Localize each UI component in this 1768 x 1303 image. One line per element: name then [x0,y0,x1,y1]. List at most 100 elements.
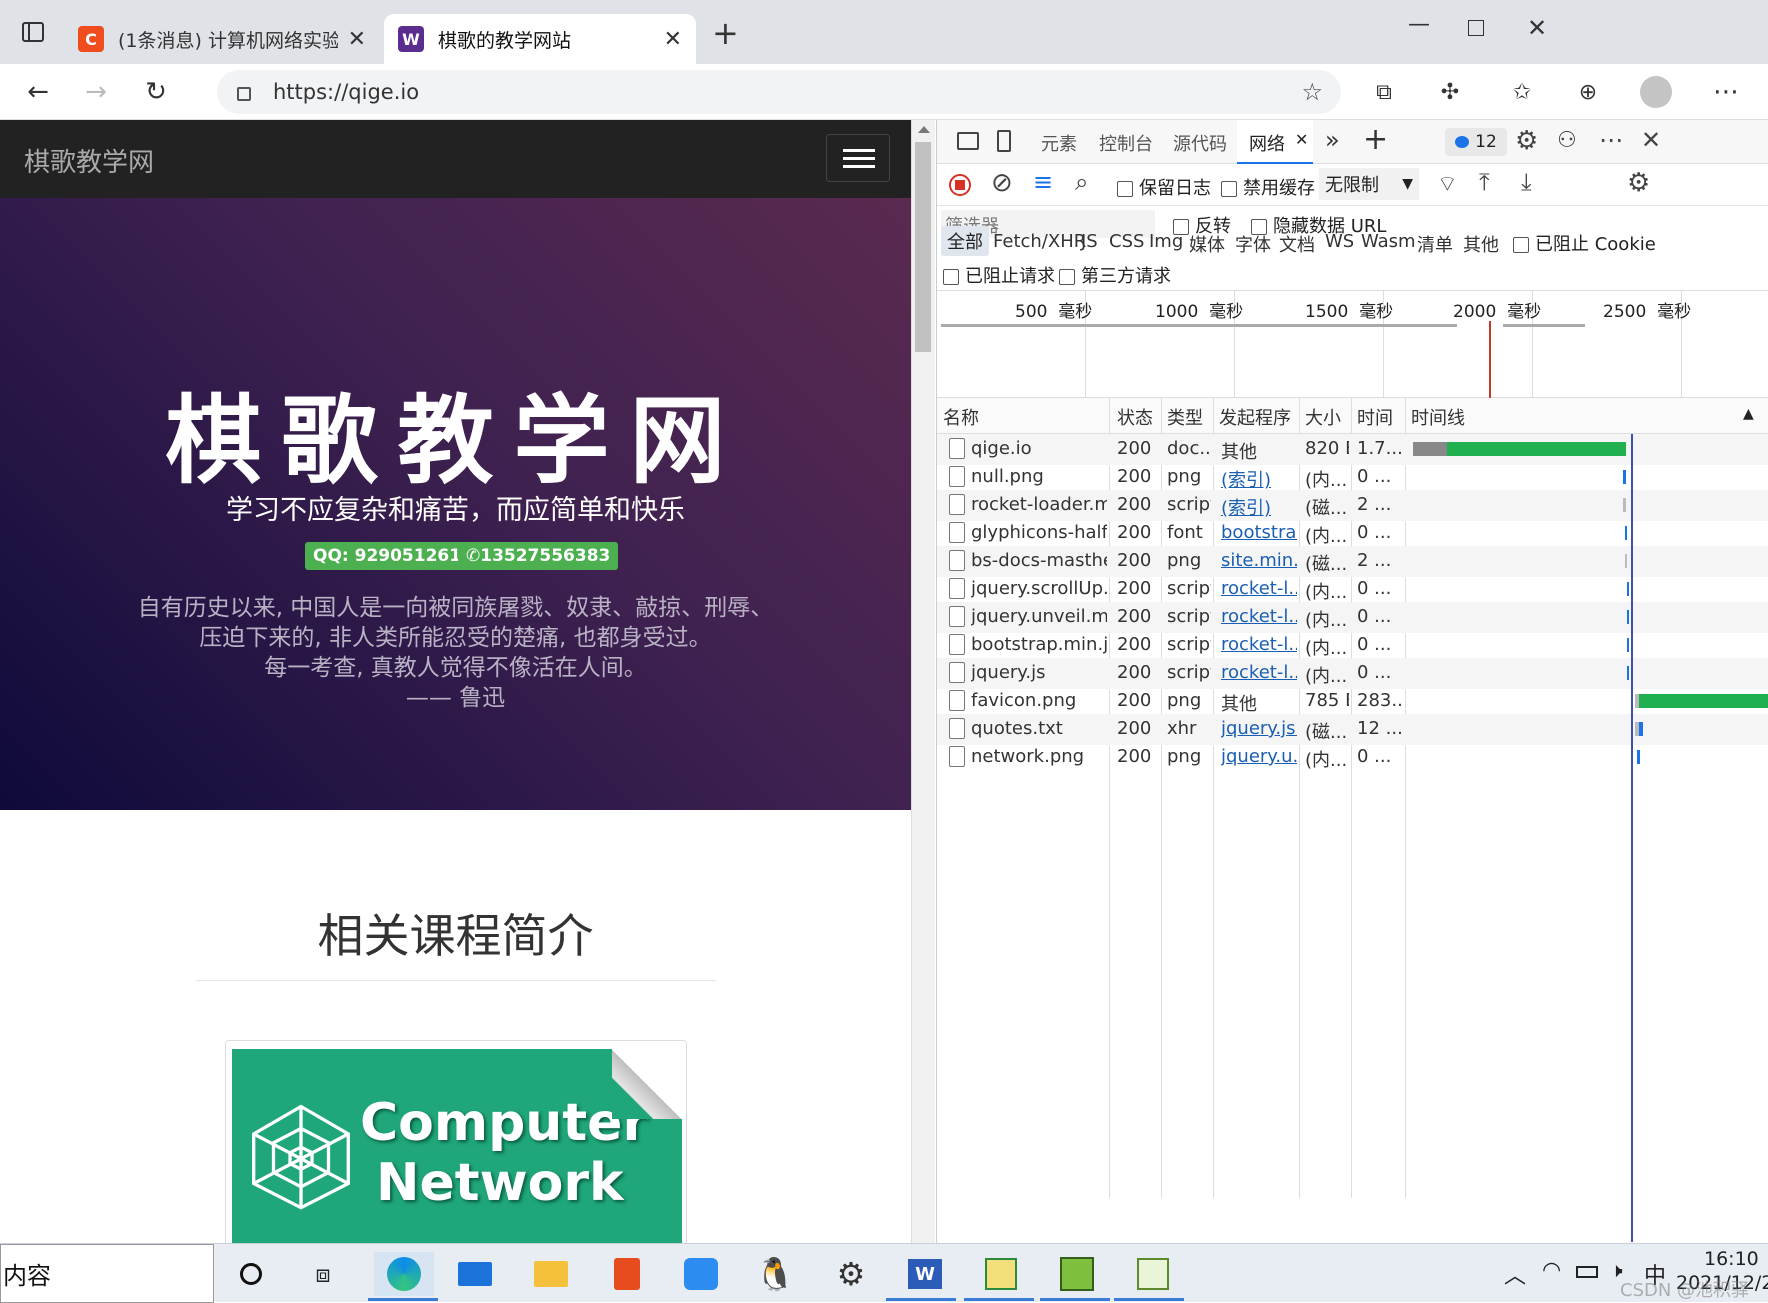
checkbox[interactable] [1059,269,1075,285]
cortana-icon[interactable] [228,1252,274,1296]
collections-icon[interactable]: ⊕ [1568,72,1608,112]
request-row[interactable]: null.png 200 png (索引) (内... 0 ... [937,462,1768,493]
checkbox[interactable] [1513,237,1529,253]
type-filter-media[interactable]: 媒体 [1189,231,1225,257]
request-row[interactable]: rocket-loader.min... 200 script (索引) (磁... 2 … [937,490,1768,521]
request-initiator[interactable]: rocket-l... [1221,662,1297,683]
app-icon-green-chart[interactable] [978,1252,1024,1296]
close-devtools-icon[interactable]: ✕ [1641,126,1661,154]
record-stop-icon[interactable] [949,174,971,196]
tab-actions-icon[interactable] [22,22,44,42]
tab-sources[interactable]: 源代码 [1173,130,1227,156]
office-icon[interactable] [604,1252,650,1296]
import-har-icon[interactable]: ⤒ [1479,168,1490,196]
filter-icon[interactable]: ≡ [1033,168,1053,196]
throttle-select[interactable]: 无限制 ▼ [1319,168,1419,200]
clear-icon[interactable]: ⊘ [991,168,1013,198]
col-status[interactable]: 状态 [1117,404,1153,430]
type-filter-js[interactable]: JS [1081,231,1098,252]
tab-network[interactable]: 网络 ✕ [1237,120,1313,164]
tab-elements[interactable]: 元素 [1041,130,1077,156]
qq-penguin-icon[interactable]: 🐧 [752,1252,798,1296]
type-filter-other[interactable]: 其他 [1463,231,1499,257]
site-brand[interactable]: 棋歌教学网 [24,142,154,179]
more-tabs-icon[interactable]: » [1325,126,1340,154]
word-icon[interactable]: W [902,1252,948,1296]
search-icon[interactable]: ⌕ [1075,168,1088,196]
type-filter-ws[interactable]: WS [1325,231,1354,252]
edge-browser-icon[interactable] [374,1252,434,1296]
network-settings-icon[interactable]: ⚙ [1627,168,1650,198]
type-filter-wasm[interactable]: Wasm [1361,231,1416,252]
request-initiator[interactable]: bootstra... [1221,522,1297,543]
settings-gear-icon[interactable]: ⚙ [1515,126,1538,156]
close-window-icon[interactable]: ✕ [1527,14,1547,42]
battery-icon[interactable] [1576,1266,1598,1278]
sort-up-icon[interactable]: ▲ [1743,406,1754,422]
type-filter-css[interactable]: CSS [1109,231,1144,252]
forward-icon[interactable]: → [76,72,116,112]
network-conditions-icon[interactable]: ⌔ [1437,170,1458,198]
disable-cache-checkbox[interactable]: 禁用缓存 [1221,174,1315,200]
request-row[interactable]: favicon.png 200 png 其他 785 B 283... [937,686,1768,717]
request-row[interactable]: qige.io 200 doc... 其他 820 B 1.7... [937,434,1768,465]
request-initiator[interactable]: jquery.u... [1221,746,1297,767]
close-tab-icon[interactable]: ✕ [348,27,366,52]
type-filter-doc[interactable]: 文档 [1279,231,1315,257]
app-icon-notepad[interactable] [1130,1252,1176,1296]
app-icon-network-tool[interactable] [1054,1252,1100,1296]
request-initiator[interactable]: (索引) [1221,466,1297,492]
connect-device-icon[interactable]: ⚇ [1557,128,1577,153]
inspect-element-icon[interactable] [957,132,979,150]
overview-timeline[interactable]: 500 毫秒 1000 毫秒 1500 毫秒 2000 毫秒 2500 毫秒 [937,290,1768,399]
favorites-icon[interactable]: ✩ [1502,72,1542,112]
more-menu-icon[interactable]: ⋯ [1706,72,1746,112]
course-card[interactable]: Computer Network [225,1040,687,1243]
request-initiator[interactable]: rocket-l... [1221,578,1297,599]
scroll-up-arrow-icon[interactable] [918,126,930,133]
col-time[interactable]: 时间 [1357,404,1393,430]
clock-time[interactable]: 16:10 [1704,1248,1759,1270]
taskbar-search-box[interactable]: 内容 [0,1244,214,1303]
request-row[interactable]: jquery.unveil.min.js 200 script rocket-l...… [937,602,1768,633]
col-name[interactable]: 名称 [943,404,979,430]
type-filter-font[interactable]: 字体 [1235,231,1271,257]
refresh-icon[interactable]: ↻ [136,72,176,112]
export-har-icon[interactable]: ⤓ [1521,168,1532,196]
qq-badge[interactable]: QQ: 929051261 [305,542,470,570]
tray-chevron-up-icon[interactable]: ︿ [1504,1258,1526,1290]
add-tab-icon[interactable]: + [1363,122,1388,157]
scroll-thumb[interactable] [915,142,931,352]
blocked-cookies-checkbox[interactable]: 已阻止 Cookie [1513,230,1656,256]
browser-tab-1[interactable]: W 棋歌的教学网站 ✕ [384,14,696,64]
blocked-requests-checkbox[interactable]: 已阻止请求 [943,262,1055,288]
type-filter-img[interactable]: Img [1149,231,1183,252]
browser-tab-0[interactable]: C (1条消息) 计算机网络实验-验证性 ✕ [64,14,380,64]
devtools-more-icon[interactable]: ⋯ [1599,126,1623,154]
new-tab-icon[interactable]: + [712,14,739,52]
extension-icon[interactable]: ⧉ [1364,72,1404,112]
task-view-icon[interactable]: ⧈ [300,1252,346,1296]
type-filter-all[interactable]: 全部 [941,226,989,256]
minimize-icon[interactable]: — [1408,12,1430,37]
close-tab-icon[interactable]: ✕ [664,27,682,52]
request-initiator[interactable]: rocket-l... [1221,634,1297,655]
back-icon[interactable]: ← [18,72,58,112]
phone-badge[interactable]: ✆13527556383 [458,542,619,570]
favorite-add-icon[interactable]: ☆ [1301,78,1323,106]
file-explorer-icon[interactable] [528,1252,574,1296]
hamburger-menu-icon[interactable] [826,134,890,182]
request-initiator[interactable]: (索引) [1221,494,1297,520]
type-filter-manifest[interactable]: 清单 [1417,231,1453,257]
request-initiator[interactable]: site.min.... [1221,550,1297,571]
col-size[interactable]: 大小 [1305,404,1341,430]
checkbox[interactable] [943,269,959,285]
request-row[interactable]: bootstrap.min.js 200 script rocket-l... (内..… [937,630,1768,661]
profile-avatar-icon[interactable] [1636,72,1676,112]
page-scrollbar[interactable] [911,120,935,1243]
type-filter-fetch[interactable]: Fetch/XHR [993,231,1086,252]
checkbox[interactable] [1117,181,1133,197]
col-waterfall[interactable]: 时间线 [1411,404,1465,430]
maximize-icon[interactable] [1468,20,1484,36]
request-row[interactable]: jquery.scrollUp.m... 200 script rocket-l...… [937,574,1768,605]
